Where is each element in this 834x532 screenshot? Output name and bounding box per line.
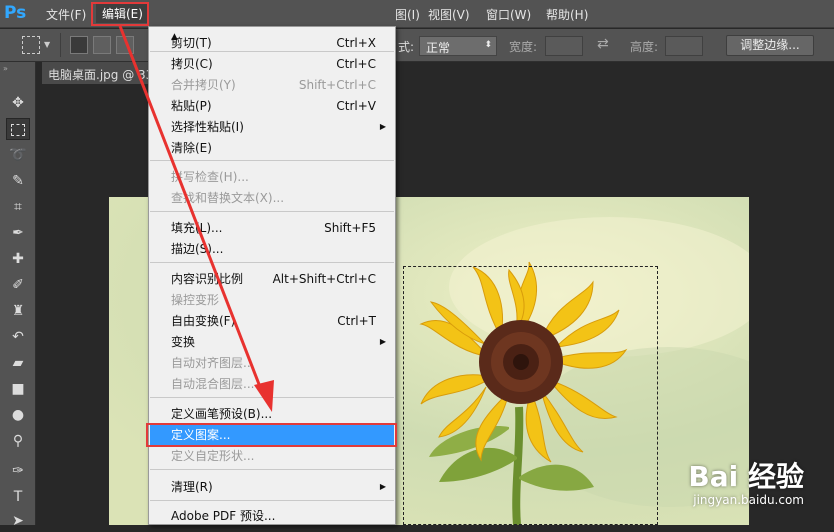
watermark-url: jingyan.baidu.com [693,493,804,507]
watermark-brand: Bai 经验 [688,460,804,493]
annotation-arrow [118,25,274,412]
baidu-watermark: Bai 经验 jingyan.baidu.com [688,455,804,507]
